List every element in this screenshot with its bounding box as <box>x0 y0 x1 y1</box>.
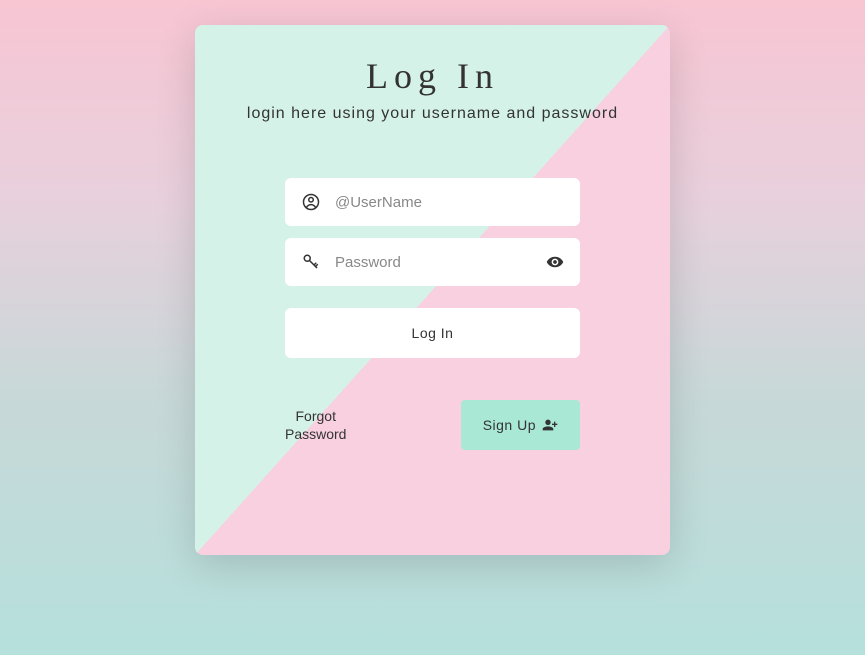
page-title: Log In <box>215 55 650 97</box>
login-button[interactable]: Log In <box>285 308 580 358</box>
user-plus-icon <box>542 417 558 433</box>
page-subtitle: login here using your username and passw… <box>215 105 650 123</box>
forgot-line1: Forgot <box>296 408 336 424</box>
key-icon <box>301 252 321 272</box>
login-card: Log In login here using your username an… <box>195 25 670 555</box>
forgot-password-link[interactable]: Forgot Password <box>285 407 346 443</box>
user-icon <box>301 192 321 212</box>
password-input[interactable] <box>335 254 564 271</box>
eye-icon[interactable] <box>546 253 564 271</box>
forgot-line2: Password <box>285 426 346 442</box>
bottom-actions: Forgot Password Sign Up <box>285 400 580 450</box>
signup-button[interactable]: Sign Up <box>461 400 580 450</box>
card-content: Log In login here using your username an… <box>195 25 670 480</box>
signup-label: Sign Up <box>483 417 536 433</box>
password-row <box>285 238 580 286</box>
username-input[interactable] <box>335 194 564 211</box>
username-row <box>285 178 580 226</box>
